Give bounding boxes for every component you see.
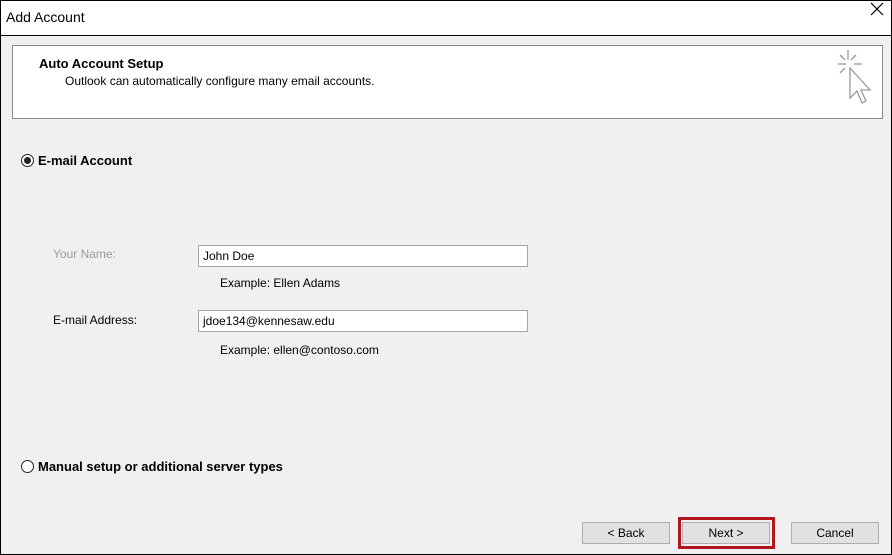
email-account-radio[interactable] (21, 154, 34, 167)
cancel-button[interactable]: Cancel (791, 522, 879, 544)
your-name-example: Example: Ellen Adams (220, 276, 341, 290)
email-account-option[interactable]: E-mail Account (21, 153, 132, 168)
header-title: Auto Account Setup (39, 56, 164, 71)
cursor-sparkle-icon (838, 50, 872, 104)
next-button[interactable]: Next > (682, 522, 770, 544)
manual-setup-label: Manual setup or additional server types (38, 459, 283, 474)
add-account-dialog: Add Account Auto Account Setup Outlook c… (0, 0, 892, 555)
manual-setup-radio[interactable] (21, 460, 34, 473)
email-account-label: E-mail Account (38, 153, 133, 168)
email-address-label: E-mail Address: (53, 313, 138, 327)
back-button[interactable]: < Back (582, 522, 670, 544)
close-button[interactable] (863, 1, 891, 35)
your-name-input[interactable]: John Doe (198, 245, 528, 267)
email-address-example: Example: ellen@contoso.com (220, 343, 379, 357)
title-bar: Add Account (1, 1, 891, 36)
email-address-input[interactable]: jdoe134@kennesaw.edu (198, 310, 528, 332)
window-title: Add Account (6, 9, 85, 25)
manual-setup-option[interactable]: Manual setup or additional server types (21, 459, 283, 474)
close-icon (870, 2, 884, 16)
your-name-label: Your Name: (53, 247, 116, 261)
header-subtitle: Outlook can automatically configure many… (65, 74, 375, 88)
header-panel: Auto Account Setup Outlook can automatic… (12, 45, 883, 119)
